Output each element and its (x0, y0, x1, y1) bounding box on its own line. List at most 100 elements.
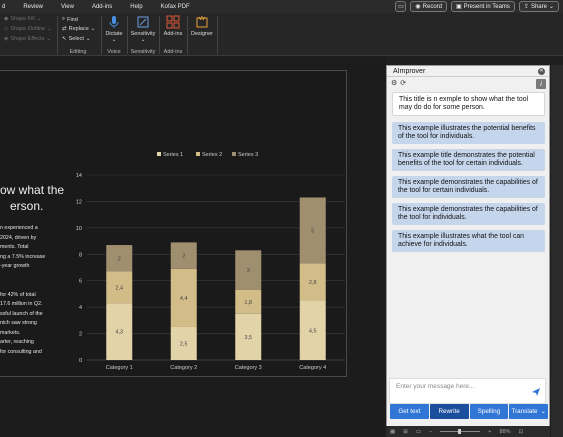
menu-item-view[interactable]: View (61, 4, 74, 10)
menu-item-addins[interactable]: Add-ins (92, 4, 112, 10)
replace-button[interactable]: ⇄ Replace ⌄ (62, 26, 95, 32)
slide-canvas[interactable]: 0 2 4 6 8 10 12 14 Series 1 Series 2 Series 3 4,3 2,… (0, 70, 347, 377)
cursor-icon: ↖ (62, 36, 67, 42)
menu-item-review[interactable]: Review (23, 4, 43, 10)
data-label: 5 (311, 229, 314, 235)
suggestion-card[interactable]: This example demonstrates the capabiliti… (392, 203, 545, 225)
translate-label: Translate (511, 408, 538, 415)
shape-outline-button[interactable]: ◇ Shape Outline ⌄ (4, 26, 52, 32)
shape-outline-label: Shape Outline (10, 26, 46, 32)
microphone-icon (109, 16, 119, 28)
select-button[interactable]: ↖ Select ⌄ (62, 36, 91, 42)
addins-button[interactable]: Add-ins (160, 15, 186, 37)
legend-label: Series 2 (202, 152, 222, 158)
dictate-button[interactable]: Dictate ⌄ (102, 15, 126, 43)
drawing-group: ◆ Shape Fill ⌄ ◇ Shape Outline ⌄ ◈ Shape Effe… (0, 13, 55, 56)
ribbon-divider (217, 16, 218, 54)
suggestion-card[interactable]: This example illustrates what the tool c… (392, 230, 545, 252)
legend-label: Series 3 (238, 152, 258, 158)
data-label: 3,5 (244, 335, 252, 341)
shape-fill-button[interactable]: ◆ Shape Fill ⌄ (4, 16, 41, 22)
menu-item-help[interactable]: Help (130, 4, 142, 10)
designer-group: Designer (188, 13, 216, 56)
normal-view-icon[interactable]: ▦ (390, 429, 395, 435)
rewrite-button[interactable]: Rewrite (429, 404, 469, 419)
translate-button[interactable]: Translate ⌄ (509, 404, 548, 419)
y-tick-label: 12 (76, 199, 82, 205)
suggestion-card[interactable]: This example demonstrates the capabiliti… (392, 176, 545, 198)
record-icon: ◉ (415, 4, 421, 10)
suggestion-card[interactable]: This example title demonstrates the pote… (392, 149, 545, 171)
slide-body-line: -year growth (0, 263, 30, 269)
menu-item-kofax[interactable]: Kofax PDF (161, 4, 190, 10)
replace-icon: ⇄ (62, 26, 67, 32)
data-label: 4,5 (309, 328, 317, 334)
legend-label: Series 1 (163, 152, 183, 158)
slide-body-line: 2024, driven by (0, 234, 37, 241)
info-icon[interactable]: i (536, 79, 546, 89)
comments-icon[interactable]: ▭ (395, 1, 407, 12)
sensitivity-group: Sensitivity ⌄ Sensitivity (128, 13, 158, 56)
designer-button[interactable]: Designer (188, 15, 216, 37)
slide-body-line: ng a 7.5% increase (0, 253, 46, 260)
shape-outline-icon: ◇ (4, 26, 9, 32)
data-label: 2 (182, 254, 185, 260)
slide-body-line: for consulting and (0, 348, 42, 355)
share-button[interactable]: ⇪ Share ⌄ (518, 1, 559, 12)
shape-fill-icon: ◆ (4, 16, 9, 22)
suggestion-card[interactable]: This example illustrates the potential b… (392, 122, 545, 144)
send-icon[interactable] (531, 387, 541, 397)
present-teams-button[interactable]: ▣ Present in Teams (451, 1, 515, 12)
search-icon: ⌕ (62, 16, 66, 22)
category-label: Category 3 (235, 365, 262, 371)
addins-button-label: Add-ins (163, 31, 183, 37)
sensitivity-icon (137, 16, 149, 28)
get-text-button[interactable]: Get text (390, 404, 429, 419)
slide-title[interactable]: ow what the erson. (0, 182, 64, 214)
share-label: Share (530, 3, 547, 10)
editing-group: ⌕ Find ⇄ Replace ⌄ ↖ Select ⌄ Editing (58, 13, 98, 56)
reading-view-icon[interactable]: ▭ (416, 429, 421, 435)
suggestion-list: This example illustrates the potential b… (387, 122, 549, 252)
addins-grid-icon (166, 15, 180, 29)
zoom-out-icon[interactable]: − (429, 429, 432, 435)
close-icon[interactable]: ✕ (538, 67, 545, 75)
zoom-level[interactable]: 88% (499, 429, 510, 435)
data-label: 2,4 (115, 285, 123, 291)
aimprover-pane: AImprover ✕ ⚙ ⟳ i This title is n exmple… (386, 65, 550, 437)
data-label: 2 (118, 256, 121, 262)
message-input[interactable]: Enter your message here... (389, 378, 546, 404)
data-label: 4,3 (115, 330, 123, 336)
data-label: 2,8 (309, 280, 317, 286)
category-label: Category 1 (106, 365, 133, 371)
data-label: 2,5 (180, 341, 188, 347)
pane-header: AImprover ✕ (387, 66, 549, 77)
slide-body-text[interactable]: n experienced a 2024, driven by ments. To… (0, 224, 80, 357)
zoom-slider-thumb[interactable] (458, 429, 462, 434)
vertical-scrollbar[interactable] (551, 65, 563, 437)
slide-title-line: ow what the (0, 183, 65, 197)
slide-body-line (0, 281, 80, 291)
source-text-card[interactable]: This title is n exmple to show what the … (392, 92, 545, 116)
slide-body-line: n experienced a (0, 225, 38, 231)
fit-slide-icon[interactable]: ⊡ (518, 429, 523, 435)
status-bar: ▦ ⊞ ▭ − + 88% ⊡ (386, 426, 550, 437)
slide-body-line: ments. Total (0, 244, 29, 250)
voice-group-label: Voice (107, 49, 121, 55)
slide-sorter-icon[interactable]: ⊞ (403, 429, 408, 435)
record-button[interactable]: ◉ Record (410, 1, 447, 12)
find-button[interactable]: ⌕ Find (62, 16, 78, 23)
zoom-slider[interactable] (440, 429, 481, 434)
addins-group: Add-ins Add-ins (160, 13, 186, 56)
zoom-in-icon[interactable]: + (488, 429, 491, 435)
gear-icon[interactable]: ⚙ (391, 79, 397, 87)
refresh-icon[interactable]: ⟳ (400, 79, 406, 87)
slide-body-line: ssful launch of the (0, 310, 43, 317)
spelling-button[interactable]: Spelling (469, 404, 509, 419)
slide-title-line: erson. (10, 199, 44, 213)
menu-item-0[interactable]: d (2, 4, 5, 10)
shape-effects-button[interactable]: ◈ Shape Effects ⌄ (4, 36, 51, 42)
slide-body-line: arter, reaching (0, 339, 34, 345)
sensitivity-button[interactable]: Sensitivity ⌄ (128, 15, 158, 43)
y-tick-label: 0 (79, 358, 82, 364)
